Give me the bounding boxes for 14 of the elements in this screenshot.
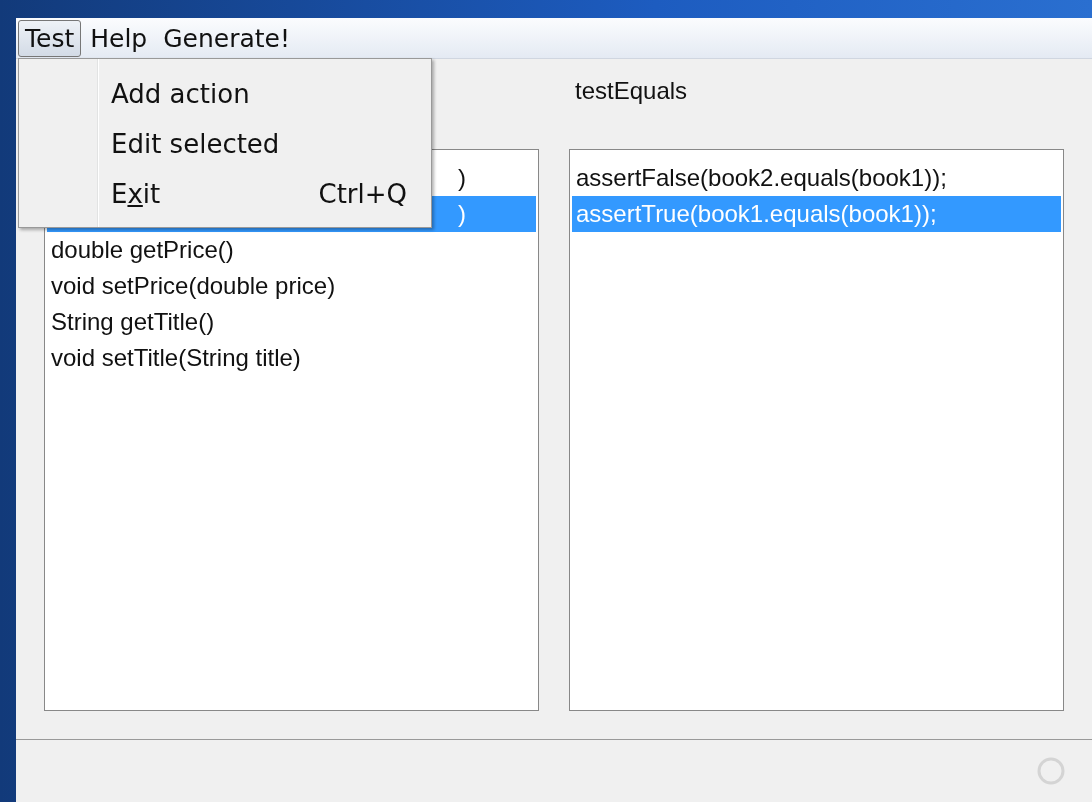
menu-item[interactable]: Exit Ctrl+Q — [19, 169, 431, 219]
list-item[interactable]: double getPrice() — [47, 232, 536, 268]
list-item[interactable]: String getTitle() — [47, 304, 536, 340]
menu-item[interactable]: Add action — [19, 69, 431, 119]
menu-bar-item[interactable]: Test — [18, 19, 82, 57]
shortcut-label: Ctrl+Q — [318, 179, 407, 209]
menu-bar-item[interactable]: Generate! — [156, 19, 298, 57]
menu-item[interactable]: Edit selected — [19, 119, 431, 169]
menu-bar-item[interactable]: Help — [83, 19, 155, 57]
list-item[interactable]: assertFalse(book2.equals(book1)); — [572, 160, 1061, 196]
test-name-label: testEquals — [574, 76, 689, 106]
busy-circle-icon — [1036, 756, 1066, 786]
list-item[interactable]: void setPrice(double price) — [47, 268, 536, 304]
list-item[interactable]: void setTitle(String title) — [47, 340, 536, 376]
